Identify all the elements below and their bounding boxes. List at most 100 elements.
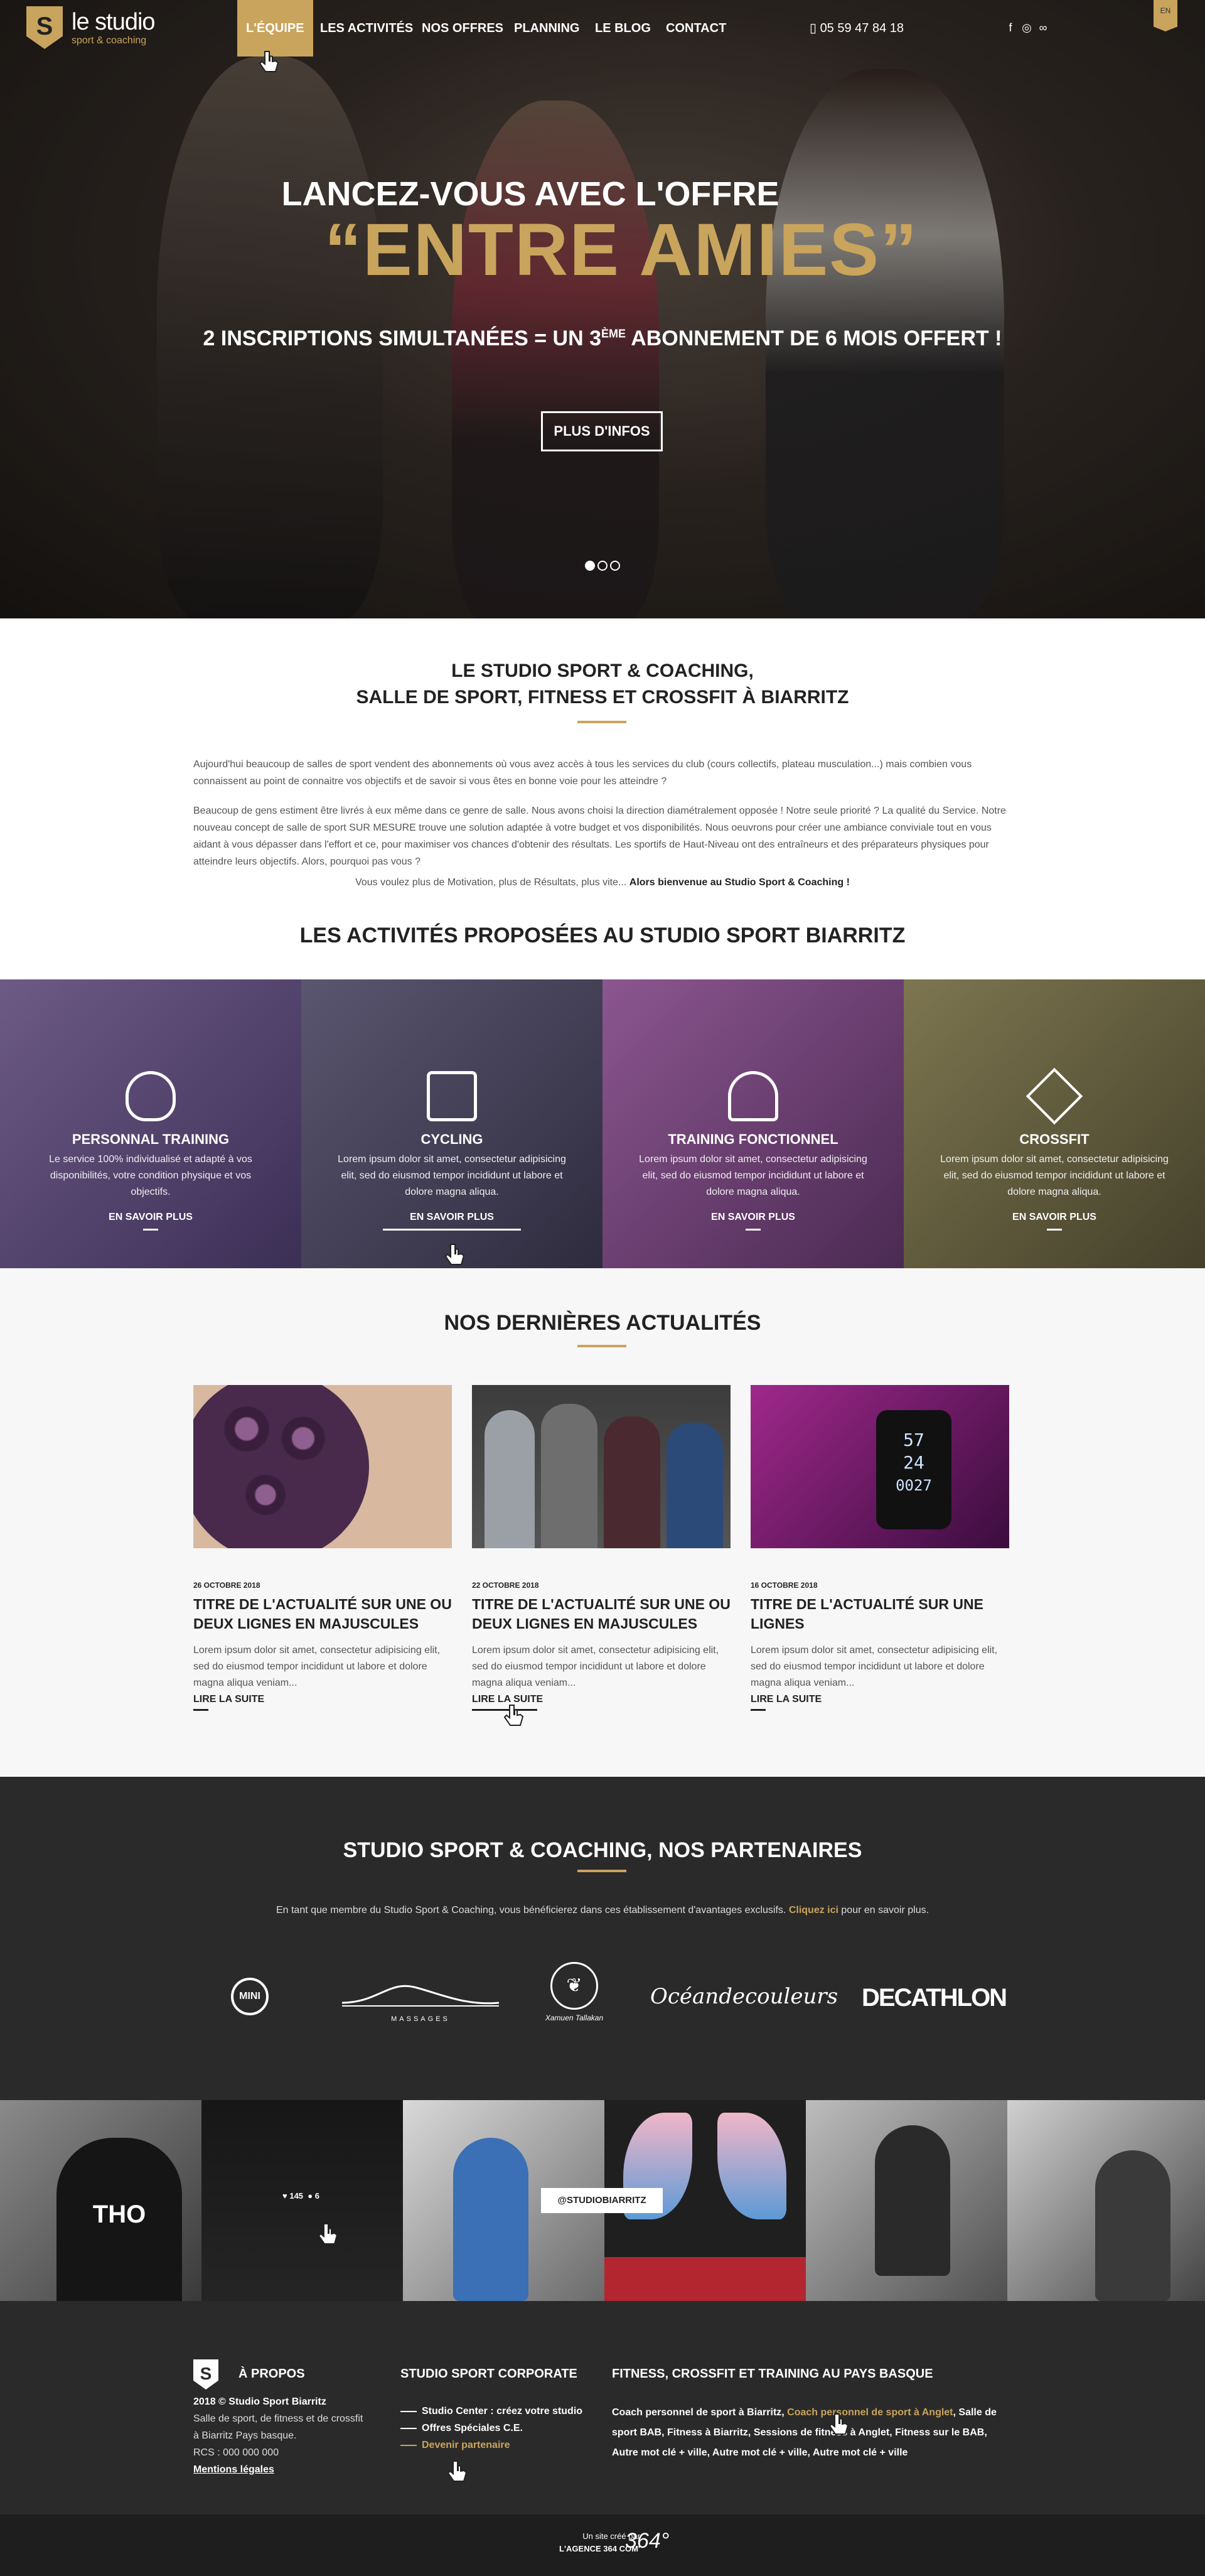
logo-title: le studio [72, 9, 156, 35]
mini-logo-text: MINI [231, 1978, 269, 2015]
language-switch[interactable]: EN [1154, 0, 1177, 31]
footer-about-title: À PROPOS [238, 2367, 305, 2381]
tripadvisor-icon[interactable]: ∞ [1037, 21, 1049, 34]
activity-name: TRAINING FONCTIONNEL [668, 1131, 838, 1147]
read-more-link[interactable]: LIRE LA SUITE [193, 1694, 452, 1705]
news-card[interactable]: 57 24 0027 16 OCTOBRE 2018 TITRE DE L'ACTU… [751, 1385, 1009, 1711]
activity-more-link[interactable]: EN SAVOIR PLUS [301, 1212, 602, 1223]
news-title-text[interactable]: TITRE DE L'ACTUALITÉ SUR UNE OU DEUX LIG… [193, 1595, 452, 1634]
footer-copyright: 2018 © Studio Sport Biarritz [193, 2396, 326, 2407]
agency-logo[interactable]: 364° [625, 2529, 669, 2553]
activity-card-training-fonctionnel[interactable]: TRAINING FONCTIONNEL Lorem ipsum dolor s… [602, 979, 904, 1268]
footer-seo-link-anglet[interactable]: Coach personnel de sport à Anglet [787, 2407, 953, 2418]
partner-logo-mini[interactable]: MINI [200, 1978, 300, 2015]
hero-offer-sup: ÈME [601, 327, 626, 340]
news-title-text[interactable]: TITRE DE L'ACTUALITÉ SUR UNE OU DEUX LIG… [472, 1595, 731, 1634]
partners-link[interactable]: Cliquez ici [789, 1905, 838, 1916]
partner-logo-decathlon[interactable]: DECATHLON [859, 1984, 1009, 2012]
hand-cursor-icon [828, 2413, 849, 2435]
nav-item-activites[interactable]: LES ACTIVITÉS [311, 0, 422, 57]
activity-name: CROSSFIT [1019, 1131, 1090, 1147]
footer-link-devenir-partenaire[interactable]: Devenir partenaire [400, 2437, 601, 2454]
footer-link-offres-ce[interactable]: Offres Spéciales C.E. [400, 2420, 601, 2437]
dumbbell-icon [1026, 1067, 1083, 1125]
activity-more-underline [383, 1229, 521, 1231]
news-date: 26 OCTOBRE 2018 [193, 1581, 260, 1590]
phone-link[interactable]: ▯ 05 59 47 84 18 [810, 0, 904, 57]
like-count: 145 [289, 2191, 304, 2201]
news-date: 22 OCTOBRE 2018 [472, 1581, 539, 1590]
title-underline [577, 1870, 626, 1872]
smartwatch-screen: 57 24 0027 [876, 1410, 951, 1529]
footer-seo-text[interactable]: Coach personnel de sport à Biarritz, [612, 2407, 787, 2418]
hero-offer-part-2: ABONNEMENT DE 6 MOIS OFFERT ! [626, 326, 1002, 350]
slider-dot[interactable] [597, 561, 608, 571]
bike-icon [427, 1071, 477, 1121]
activity-more-underline [143, 1229, 158, 1231]
instagram-photo[interactable] [806, 2100, 1007, 2301]
credit-agency-name[interactable]: L'AGENCE 364 COM' [515, 2543, 640, 2555]
partner-logo-oceandecouleurs[interactable]: Océandecouleurs [650, 1984, 838, 2009]
nav-item-equipe[interactable]: L'ÉQUIPE [237, 0, 313, 57]
watch-value: 24 [903, 1452, 924, 1473]
nav-item-planning[interactable]: PLANNING [505, 0, 588, 57]
footer-link-studio-center[interactable]: Studio Center : créez votre studio [400, 2403, 601, 2420]
news-excerpt: Lorem ipsum dolor sit amet, consectetur … [751, 1645, 998, 1688]
kettlebell-icon [126, 1071, 176, 1121]
person-shape [667, 1423, 723, 1548]
activity-card-personal-training[interactable]: PERSONNAL TRAINING Le service 100% indiv… [0, 979, 301, 1268]
instagram-photo[interactable] [201, 2100, 403, 2301]
logo-subtitle: sport & coaching [72, 35, 147, 46]
slider-dot[interactable] [585, 561, 595, 571]
hand-cursor-icon [444, 1244, 465, 1265]
facebook-icon[interactable]: f [1004, 21, 1017, 34]
news-image-watch[interactable]: 57 24 0027 [751, 1385, 1009, 1548]
nav-item-blog[interactable]: LE BLOG [586, 0, 660, 57]
activity-description: Lorem ipsum dolor sit amet, consectetur … [940, 1154, 1169, 1197]
title-underline [577, 1345, 626, 1347]
more-info-button[interactable]: PLUS D'INFOS [541, 411, 663, 451]
nav-item-offres[interactable]: NOS OFFRES [413, 0, 512, 57]
news-card[interactable]: 26 OCTOBRE 2018 TITRE DE L'ACTUALITÉ SUR… [193, 1385, 452, 1711]
site-logo[interactable]: S le studio sport & coaching [26, 6, 158, 50]
news-excerpt: Lorem ipsum dolor sit amet, consectetur … [193, 1645, 441, 1688]
partner-logo-massages[interactable]: MASSAGES [339, 1968, 502, 2023]
partner-logo-xamuen[interactable]: ❦ Xamuen Tallakan [533, 1962, 615, 2022]
news-image-team[interactable] [472, 1385, 731, 1548]
nav-item-contact[interactable]: CONTACT [657, 0, 735, 57]
activity-description: Lorem ipsum dolor sit amet, consectetur … [338, 1154, 566, 1197]
footer-corporate-title: STUDIO SPORT CORPORATE [400, 2367, 577, 2381]
activity-card-cycling[interactable]: CYCLING Lorem ipsum dolor sit amet, cons… [301, 979, 602, 1268]
instagram-stats: ♥ 145 ● 6 [282, 2191, 319, 2201]
heart-icon: ♥ [282, 2191, 290, 2201]
activity-card-crossfit[interactable]: CROSSFIT Lorem ipsum dolor sit amet, con… [904, 979, 1205, 1268]
person-shape [541, 1404, 597, 1548]
news-excerpt: Lorem ipsum dolor sit amet, consectetur … [472, 1645, 719, 1688]
instagram-icon[interactable]: ◎ [1020, 21, 1033, 34]
agency-credit: Un site créé par L'AGENCE 364 COM' [515, 2530, 640, 2555]
hand-cursor-icon [318, 2223, 338, 2245]
partners-section [0, 1777, 1205, 2100]
instagram-photo[interactable] [1007, 2100, 1205, 2301]
instagram-photo[interactable]: THO [0, 2100, 201, 2301]
instagram-handle[interactable]: @STUDIOBIARRITZ [541, 2188, 663, 2213]
instagram-hover-overlay [201, 2100, 403, 2301]
slider-dot[interactable] [610, 561, 620, 571]
massage-wave-icon [341, 1985, 500, 2007]
footer [0, 2301, 1205, 2514]
intro-paragraph-1: Aujourd'hui beaucoup de salles de sport … [193, 759, 972, 787]
activity-more-link[interactable]: EN SAVOIR PLUS [0, 1212, 301, 1223]
hand-cursor-icon [503, 1705, 524, 1726]
footer-corporate-links: Studio Center : créez votre studio Offre… [400, 2403, 601, 2454]
footer-about: 2018 © Studio Sport Biarritz Salle de sp… [193, 2393, 382, 2478]
activity-more-link[interactable]: EN SAVOIR PLUS [904, 1212, 1205, 1223]
activity-more-link[interactable]: EN SAVOIR PLUS [602, 1212, 904, 1223]
read-more-link[interactable]: LIRE LA SUITE [751, 1694, 1009, 1705]
legal-notice-link[interactable]: Mentions légales [193, 2464, 274, 2475]
leaf-icon: ❦ [550, 1962, 598, 2010]
news-image-acai[interactable] [193, 1385, 452, 1548]
news-title-text[interactable]: TITRE DE L'ACTUALITÉ SUR UNE LIGNES [751, 1595, 1009, 1634]
activity-description: Le service 100% individualisé et adapté … [49, 1154, 252, 1197]
comment-count: 6 [314, 2191, 319, 2201]
news-card[interactable]: 22 OCTOBRE 2018 TITRE DE L'ACTUALITÉ SUR… [472, 1385, 731, 1726]
